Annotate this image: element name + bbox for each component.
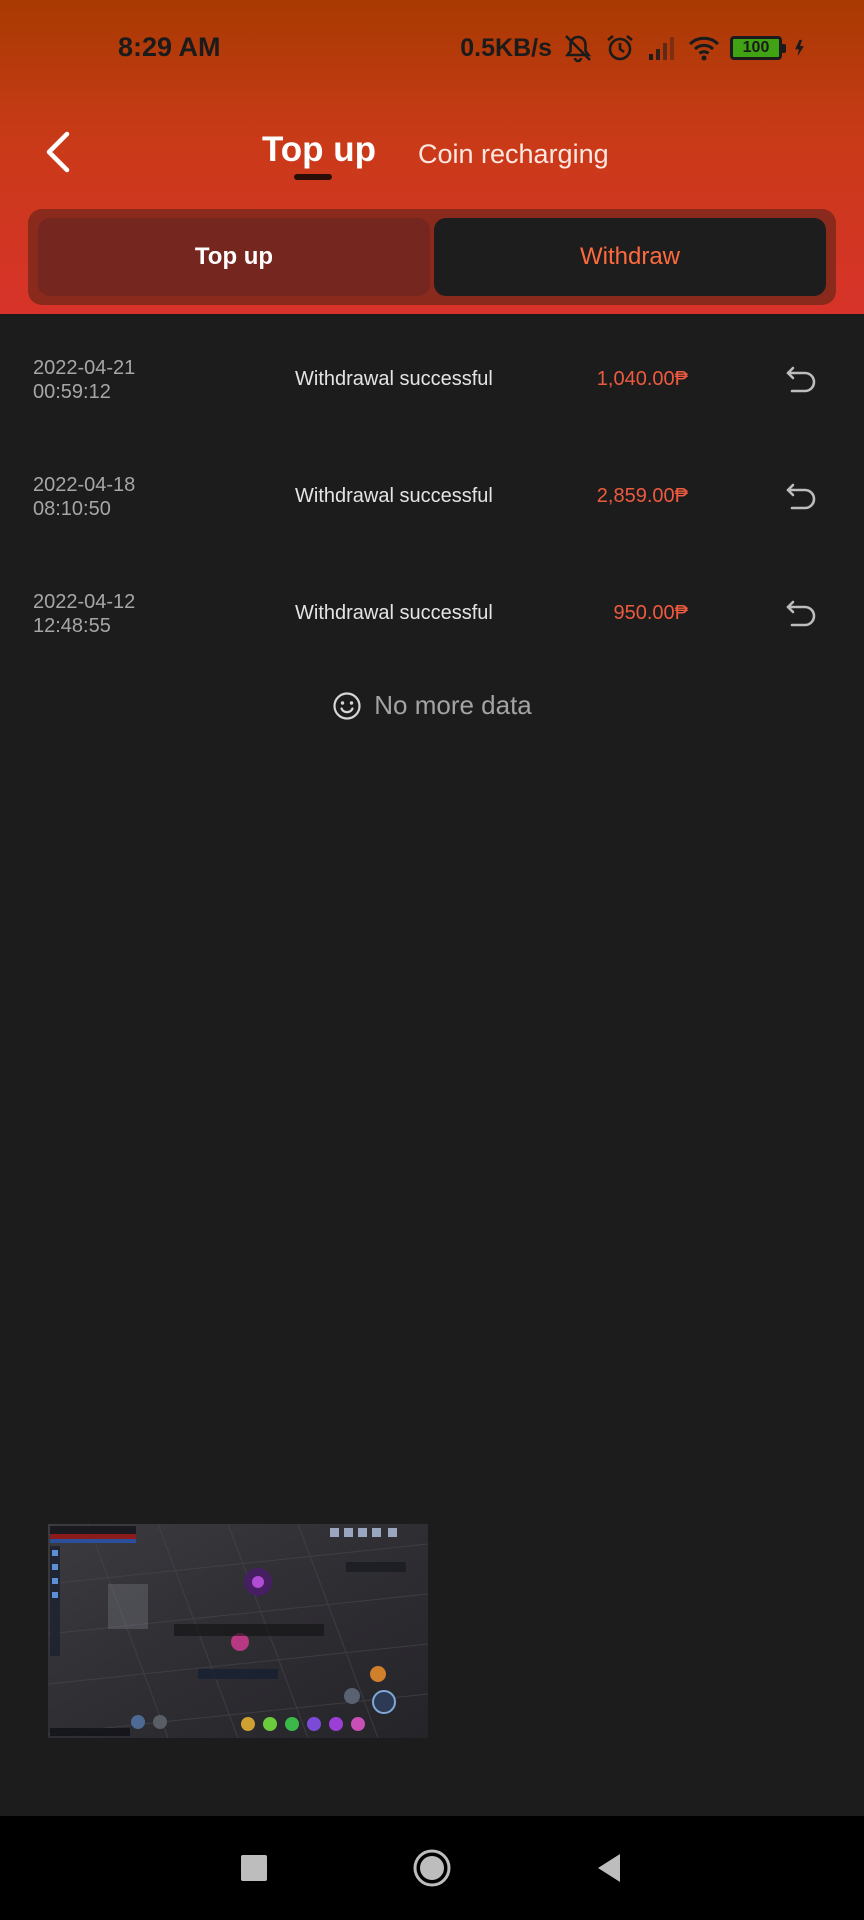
- record-time: 08:10:50: [33, 498, 111, 520]
- tab-coin-recharging[interactable]: Coin recharging: [418, 139, 609, 170]
- no-more-data: No more data: [0, 690, 864, 721]
- record-status: Withdrawal successful: [295, 602, 493, 624]
- status-bar: 8:29 AM 0.5KB/s 100: [0, 0, 864, 96]
- record-datetime: 2022-04-18 08:10:50: [33, 473, 135, 521]
- record-date: 2022-04-18: [33, 474, 136, 496]
- record-status: Withdrawal successful: [295, 485, 493, 507]
- mute-bell-icon: [564, 35, 592, 63]
- status-icons: 0.5KB/s 100: [460, 30, 812, 66]
- charging-bolt-icon: [795, 39, 804, 57]
- status-time: 8:29 AM: [118, 32, 221, 62]
- smiley-icon: [333, 691, 361, 720]
- no-more-data-text: No more data: [374, 690, 532, 720]
- record-status: Withdrawal successful: [295, 368, 493, 390]
- alarm-icon: [607, 34, 633, 61]
- wifi-icon: [688, 36, 720, 61]
- game-screenshot-image: [48, 1524, 428, 1738]
- battery-level: 100: [742, 39, 770, 56]
- back-triangle-icon[interactable]: [588, 1846, 632, 1890]
- undo-icon[interactable]: [784, 477, 820, 513]
- record-datetime: 2022-04-12 12:48:55: [33, 590, 135, 638]
- list-item[interactable]: 2022-04-18 08:10:50 Withdrawal successfu…: [0, 431, 864, 548]
- signal-icon: [649, 37, 674, 60]
- segment-top-up[interactable]: Top up: [38, 218, 430, 296]
- record-time: 12:48:55: [33, 615, 111, 637]
- floating-game-thumbnail[interactable]: [48, 1524, 428, 1738]
- record-amount: 1,040.00₱: [596, 368, 688, 390]
- transaction-list: 2022-04-21 00:59:12 Withdrawal successfu…: [0, 314, 864, 665]
- back-button[interactable]: [34, 124, 82, 180]
- list-item[interactable]: 2022-04-12 12:48:55 Withdrawal successfu…: [0, 548, 864, 665]
- recent-apps-icon[interactable]: [232, 1846, 276, 1890]
- battery-icon: 100: [730, 36, 786, 60]
- record-time: 00:59:12: [33, 381, 111, 403]
- record-date: 2022-04-12: [33, 591, 136, 613]
- system-navigation-bar: [0, 1816, 864, 1920]
- undo-icon[interactable]: [784, 360, 820, 396]
- chevron-left-icon: [46, 131, 70, 173]
- home-icon[interactable]: [410, 1846, 454, 1890]
- segmented-control: Top up Withdraw: [28, 209, 836, 305]
- tab-top-up[interactable]: Top up: [262, 130, 376, 170]
- active-tab-indicator: [294, 174, 332, 180]
- undo-icon[interactable]: [784, 594, 820, 630]
- network-speed: 0.5KB/s: [460, 33, 552, 62]
- list-item[interactable]: 2022-04-21 00:59:12 Withdrawal successfu…: [0, 314, 864, 431]
- record-date: 2022-04-21: [33, 357, 136, 379]
- record-amount: 950.00₱: [613, 602, 688, 624]
- record-amount: 2,859.00₱: [596, 485, 688, 507]
- app-header: 8:29 AM 0.5KB/s 100 Top up Coin rechargi…: [0, 0, 864, 314]
- segment-withdraw[interactable]: Withdraw: [434, 218, 826, 296]
- record-datetime: 2022-04-21 00:59:12: [33, 356, 135, 404]
